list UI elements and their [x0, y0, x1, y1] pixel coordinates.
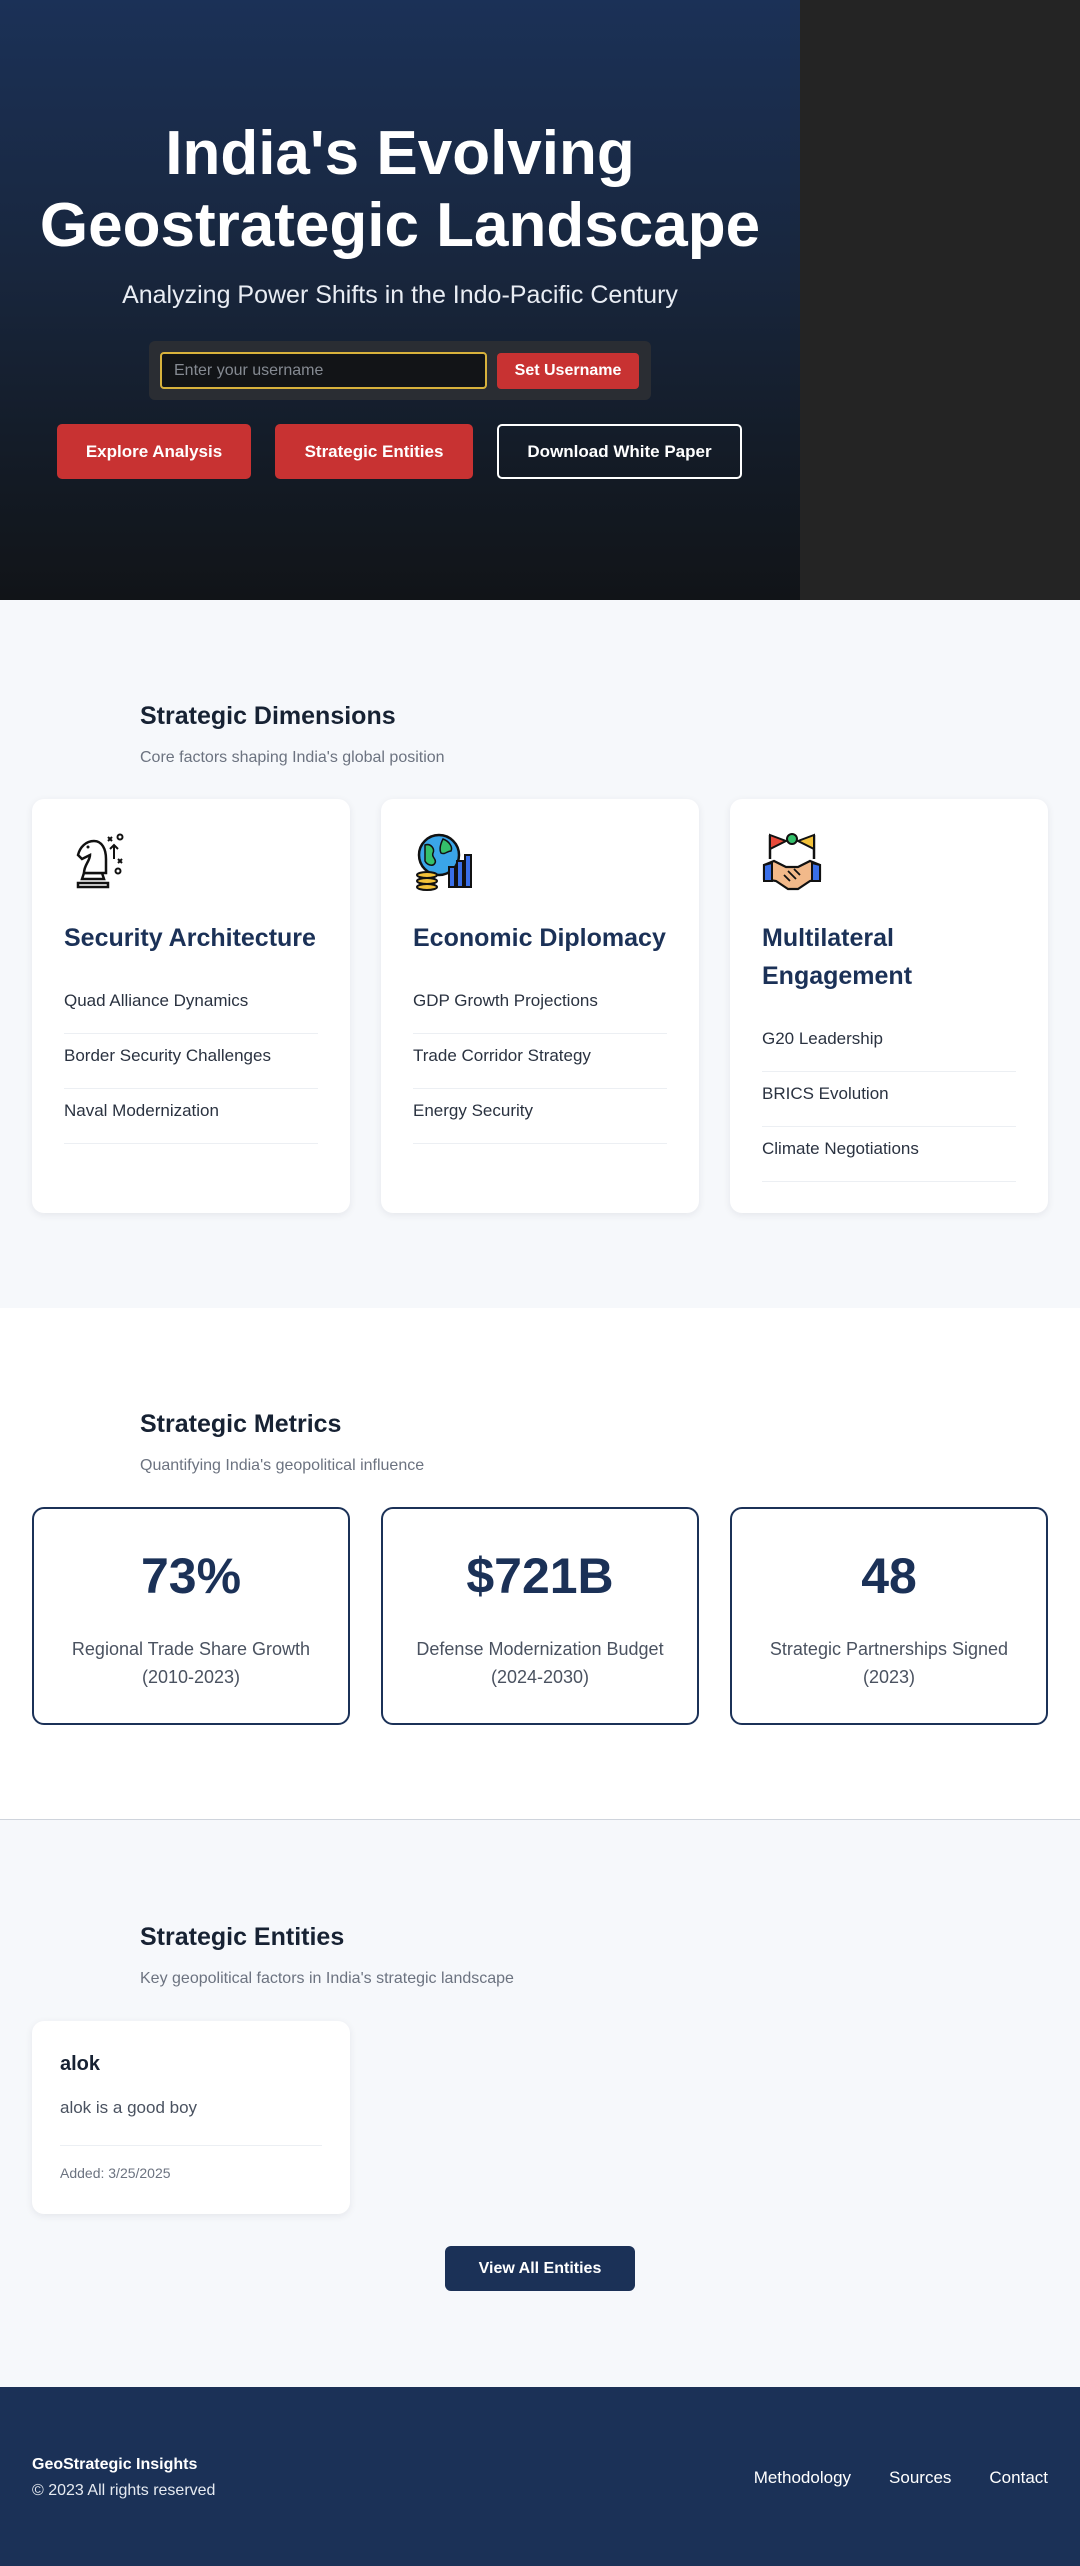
section-title: Strategic Dimensions — [140, 702, 396, 730]
handshake-flags-icon — [762, 833, 822, 891]
dimension-card-multilateral: Multilateral Engagement G20 Leadership B… — [730, 799, 1048, 1213]
list-item: Border Security Challenges — [64, 1034, 318, 1089]
hero-subtitle: Analyzing Power Shifts in the Indo-Pacif… — [122, 281, 678, 309]
list-item: G20 Leadership — [762, 1017, 1016, 1072]
list-item: Quad Alliance Dynamics — [64, 979, 318, 1034]
metric-card: 73% Regional Trade Share Growth (2010-20… — [32, 1507, 350, 1725]
dimension-card-security: Security Architecture Quad Alliance Dyna… — [32, 799, 350, 1213]
footer-copyright: © 2023 All rights reserved — [32, 2482, 216, 2499]
list-item: Trade Corridor Strategy — [413, 1034, 667, 1089]
section-title: Strategic Entities — [140, 1923, 345, 1951]
section-description: Core factors shaping India's global posi… — [140, 749, 445, 766]
metric-value: 73% — [140, 1548, 242, 1604]
username-form: Set Username — [149, 341, 651, 400]
metric-label: Defense Modernization Budget (2024-2030) — [416, 1639, 664, 1687]
metric-value: 48 — [861, 1548, 917, 1604]
entity-card[interactable]: alok alok is a good boy Added: 3/25/2025 — [32, 2021, 350, 2214]
metric-card: $721B Defense Modernization Budget (2024… — [381, 1507, 699, 1725]
footer-link-contact[interactable]: Contact — [989, 2468, 1048, 2488]
metric-label: Strategic Partnerships Signed (2023) — [769, 1639, 1009, 1687]
list-item: Energy Security — [413, 1089, 667, 1144]
explore-analysis-button[interactable]: Explore Analysis — [57, 424, 251, 479]
strategic-entities-button[interactable]: Strategic Entities — [275, 424, 473, 479]
strategic-entities-section: Strategic Entities Key geopolitical fact… — [0, 1821, 1080, 2387]
set-username-button[interactable]: Set Username — [497, 353, 639, 389]
footer-link-methodology[interactable]: Methodology — [754, 2468, 851, 2488]
section-description: Key geopolitical factors in India's stra… — [140, 1970, 514, 1987]
hero-title: India's Evolving Geostrategic Landscape — [39, 119, 761, 260]
card-list: G20 Leadership BRICS Evolution Climate N… — [762, 1017, 1016, 1182]
footer-link-sources[interactable]: Sources — [889, 2468, 951, 2488]
list-item: Naval Modernization — [64, 1089, 318, 1144]
entity-name: alok — [60, 2053, 101, 2075]
divider — [60, 2145, 322, 2146]
username-input[interactable] — [160, 352, 487, 389]
metric-label: Regional Trade Share Growth (2010-2023) — [71, 1639, 311, 1687]
footer-nav: Methodology Sources Contact — [754, 2468, 1048, 2488]
footer: GeoStrategic Insights © 2023 All rights … — [0, 2387, 1080, 2566]
hero-side-panel — [800, 0, 1080, 600]
chess-knight-icon — [76, 833, 124, 889]
card-title: Economic Diplomacy — [413, 924, 666, 952]
strategic-metrics-section: Strategic Metrics Quantifying India's ge… — [0, 1308, 1080, 1820]
card-list: Quad Alliance Dynamics Border Security C… — [64, 979, 318, 1144]
hero-section: India's Evolving Geostrategic Landscape … — [0, 0, 1080, 600]
entity-added-date: Added: 3/25/2025 — [60, 2165, 171, 2181]
card-title: Multilateral Engagement — [762, 924, 913, 990]
section-description: Quantifying India's geopolitical influen… — [140, 1457, 425, 1474]
download-white-paper-button[interactable]: Download White Paper — [497, 424, 742, 479]
list-item: Climate Negotiations — [762, 1127, 1016, 1182]
footer-brand: GeoStrategic Insights — [32, 2456, 198, 2473]
metric-card: 48 Strategic Partnerships Signed (2023) — [730, 1507, 1048, 1725]
card-title: Security Architecture — [64, 924, 316, 952]
view-all-entities-button[interactable]: View All Entities — [445, 2246, 635, 2291]
list-item: GDP Growth Projections — [413, 979, 667, 1034]
entity-description: alok is a good boy — [60, 2098, 198, 2117]
metric-value: $721B — [466, 1548, 614, 1604]
section-title: Strategic Metrics — [140, 1410, 342, 1438]
dimension-card-economic: Economic Diplomacy GDP Growth Projection… — [381, 799, 699, 1213]
globe-growth-icon — [416, 833, 472, 891]
card-list: GDP Growth Projections Trade Corridor St… — [413, 979, 667, 1144]
list-item: BRICS Evolution — [762, 1072, 1016, 1127]
strategic-dimensions-section: Strategic Dimensions Core factors shapin… — [0, 600, 1080, 1308]
